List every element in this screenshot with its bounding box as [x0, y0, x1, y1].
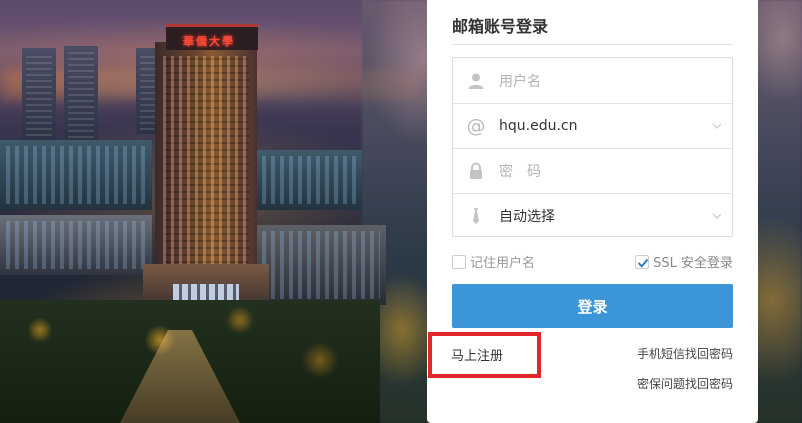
domain-select[interactable]: @ hqu.edu.cn	[453, 103, 732, 148]
ssl-login-checkbox[interactable]: SSL 安全登录	[635, 252, 733, 271]
login-button[interactable]: 登录	[452, 284, 733, 328]
login-options: 记住用户名 SSL 安全登录	[452, 250, 733, 271]
check-icon	[637, 258, 649, 268]
login-mode-value: 自动选择	[499, 209, 555, 225]
domain-value: hqu.edu.cn	[499, 118, 578, 134]
lock-icon	[453, 149, 499, 194]
tie-icon	[453, 194, 499, 239]
recover-password-question-link[interactable]: 密保问题找回密码	[637, 375, 733, 392]
background-tower	[22, 48, 56, 140]
login-fields: 用户名 @ hqu.edu.cn 密 码 自动选择	[452, 57, 733, 237]
username-field[interactable]: 用户名	[453, 58, 732, 103]
campus-building	[256, 150, 362, 210]
remember-username-checkbox[interactable]: 记住用户名	[452, 252, 535, 271]
at-sign-icon: @	[466, 115, 486, 137]
remember-checkbox-box[interactable]	[452, 254, 466, 269]
remember-username-label: 记住用户名	[470, 256, 536, 271]
recover-password-sms-link[interactable]: 手机短信找回密码	[637, 345, 733, 362]
background-tower	[64, 46, 98, 142]
title-divider	[452, 44, 733, 45]
username-placeholder: 用户名	[499, 73, 541, 90]
user-icon	[453, 58, 499, 103]
login-mode-select[interactable]: 自动选择	[453, 193, 732, 238]
register-link[interactable]: 马上注册	[451, 345, 503, 364]
main-building	[143, 42, 269, 310]
campus-building	[0, 215, 152, 275]
campus-building	[256, 225, 386, 305]
password-field[interactable]: 密 码	[453, 148, 732, 193]
ssl-checkbox-box[interactable]	[635, 254, 650, 269]
password-placeholder: 密 码	[499, 164, 541, 180]
campus-building	[0, 140, 152, 210]
ssl-login-label: SSL 安全登录	[653, 256, 733, 271]
chevron-down-icon[interactable]	[702, 104, 732, 149]
building-sign: 華僑大學	[183, 35, 235, 48]
chevron-down-icon[interactable]	[702, 194, 732, 239]
login-title: 邮箱账号登录	[452, 17, 549, 36]
